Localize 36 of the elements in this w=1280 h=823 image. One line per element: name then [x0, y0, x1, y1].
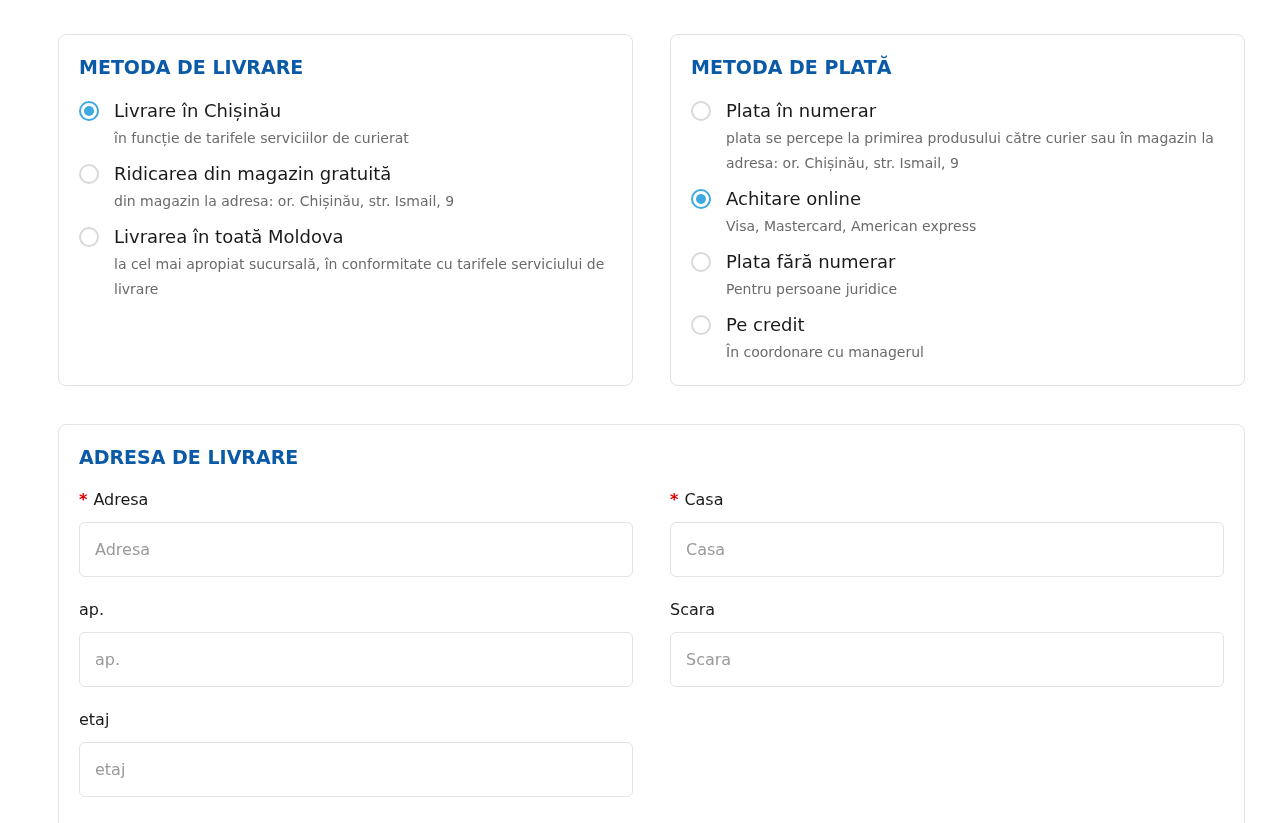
option-description: plata se percepe la primirea produsului către curier sau în magazin la adresa: or. Chișinău, str. Ismail, 9	[726, 128, 1215, 174]
field-label: Adresa	[93, 489, 149, 511]
option-description: în funcție de tarifele serviciilor de curierat	[114, 128, 409, 149]
option-label[interactable]: Livrare în Chișinău	[114, 97, 409, 124]
option-description: Visa, Mastercard, American express	[726, 216, 977, 236]
input-field[interactable]: ap.	[79, 632, 633, 687]
radio-button[interactable]	[79, 163, 99, 184]
option-label[interactable]: Plata fără numerar	[726, 248, 898, 275]
radio-button[interactable]	[691, 100, 711, 121]
field-label: etaj	[79, 709, 110, 731]
radio-button[interactable]	[691, 251, 711, 272]
required-mark: *	[670, 489, 679, 511]
required-mark: *	[79, 489, 88, 511]
field-label: Scara	[670, 599, 716, 621]
section-title: ADRESA DE LIVRARE	[79, 444, 300, 470]
section-title: METODA DE PLATĂ	[691, 54, 893, 80]
radio-button[interactable]	[691, 314, 711, 335]
radio-button[interactable]	[79, 100, 99, 121]
radio-button[interactable]	[79, 226, 99, 247]
option-description: În coordonare cu managerul	[726, 342, 924, 362]
option-description: la cel mai apropiat sucursală, în conformitate cu tarifele serviciului de livrare	[114, 254, 606, 299]
section-title: METODA DE LIVRARE	[79, 55, 305, 80]
option-label[interactable]: Plata în numerar	[726, 97, 1224, 124]
input-field[interactable]: Casa	[670, 522, 1224, 577]
field-label: ap.	[79, 599, 105, 621]
radio-button[interactable]	[691, 188, 711, 209]
option-description: din magazin la adresa: or. Chișinău, str. Ismail, 9	[114, 191, 455, 212]
option-label[interactable]: Achitare online	[726, 185, 977, 212]
input-field[interactable]: etaj	[79, 742, 633, 797]
input-field[interactable]: Scara	[670, 632, 1224, 687]
input-field[interactable]: Adresa	[79, 522, 633, 577]
option-description: Pentru persoane juridice	[726, 279, 898, 299]
field-label: Casa	[684, 489, 724, 511]
option-label[interactable]: Ridicarea din magazin gratuită	[114, 160, 455, 187]
option-label[interactable]: Pe credit	[726, 311, 924, 338]
option-label[interactable]: Livrarea în toată Moldova	[114, 223, 612, 250]
